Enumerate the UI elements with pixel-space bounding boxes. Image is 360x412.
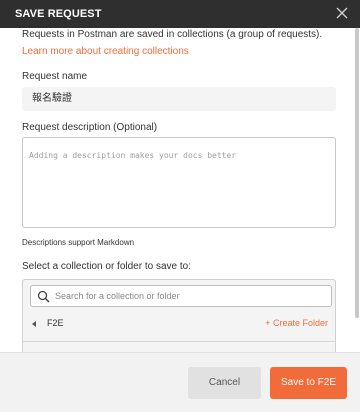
- scrollbar[interactable]: [355, 28, 359, 318]
- dialog-titlebar: SAVE REQUEST: [0, 0, 360, 28]
- breadcrumb-collection[interactable]: F2E: [47, 318, 64, 328]
- search-icon: [37, 290, 50, 303]
- dialog-footer: Cancel Save to F2E: [0, 352, 360, 412]
- dialog-body[interactable]: Requests in Postman are saved in collect…: [0, 28, 360, 352]
- breadcrumb: F2E + Create Folder: [23, 314, 335, 334]
- divider: [23, 341, 335, 342]
- dialog-title: SAVE REQUEST: [15, 8, 102, 20]
- request-description-label: Request description (Optional): [22, 122, 158, 133]
- markdown-hint: Descriptions support Markdown: [22, 238, 135, 247]
- collection-picker: Search for a collection or folder F2E + …: [22, 279, 336, 352]
- collection-search-placeholder: Search for a collection or folder: [55, 291, 180, 301]
- description-placeholder: Adding a description makes your docs bet…: [29, 151, 237, 160]
- intro-text: Requests in Postman are saved in collect…: [22, 29, 323, 40]
- request-name-input[interactable]: 報名驗證: [22, 87, 336, 111]
- request-name-label: Request name: [22, 71, 88, 82]
- close-icon[interactable]: [334, 5, 350, 21]
- collection-picker-label: Select a collection or folder to save to…: [22, 261, 191, 272]
- collection-search-input[interactable]: Search for a collection or folder: [30, 285, 332, 307]
- save-button[interactable]: Save to F2E: [270, 367, 347, 399]
- learn-more-link[interactable]: Learn more about creating collections: [22, 45, 342, 59]
- intro: Requests in Postman are saved in collect…: [22, 28, 342, 59]
- chevron-left-icon[interactable]: [32, 321, 36, 327]
- cancel-button[interactable]: Cancel: [188, 367, 261, 399]
- request-description-textarea[interactable]: Adding a description makes your docs bet…: [22, 137, 336, 228]
- create-folder-button[interactable]: + Create Folder: [265, 318, 328, 328]
